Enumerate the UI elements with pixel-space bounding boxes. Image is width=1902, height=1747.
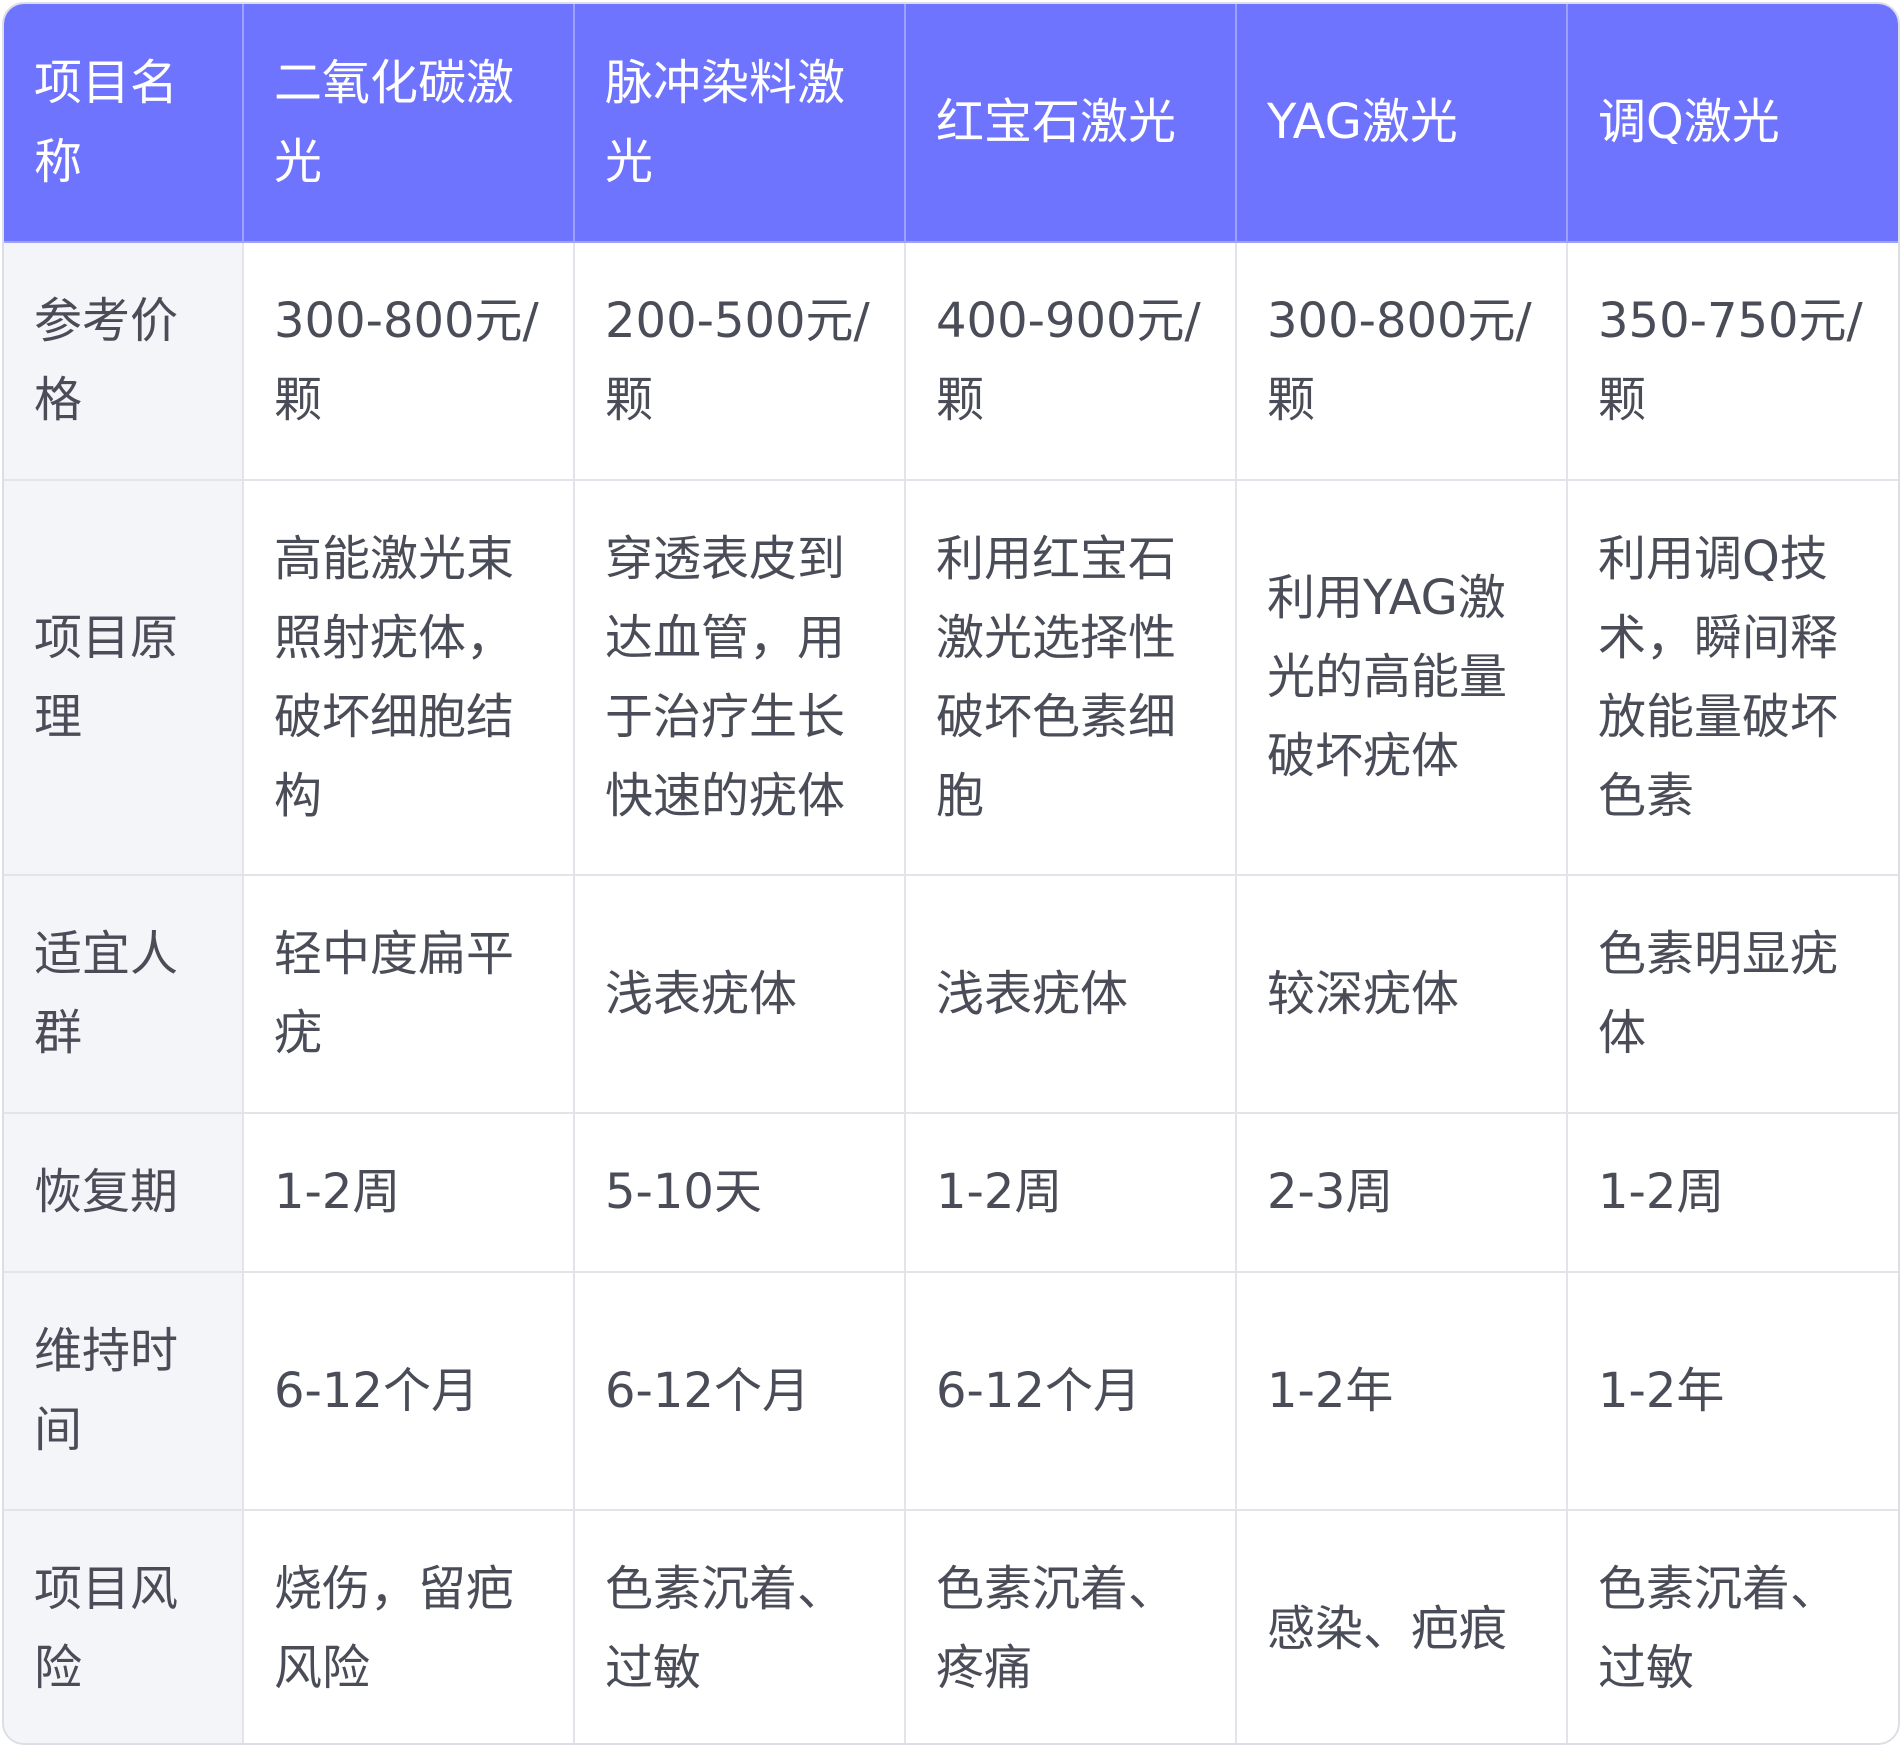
table-cell: 1-2年: [1566, 1271, 1898, 1511]
table-cell: 1-2周: [242, 1112, 575, 1273]
table-cell: 利用调Q技术，瞬间释放能量破坏色素: [1566, 479, 1898, 876]
comparison-table-container: 项目名称 二氧化碳激光 脉冲染料激光 红宝石激光 YAG激光 调Q激光 参考价格…: [2, 2, 1900, 1745]
table-row-suitable-people: 适宜人群 轻中度扁平疣 浅表疣体 浅表疣体 较深疣体 色素明显疣体: [4, 874, 1898, 1114]
table-cell: 5-10天: [573, 1112, 906, 1273]
table-cell: 300-800元/颗: [242, 242, 575, 481]
table-cell: 色素沉着、过敏: [573, 1509, 906, 1743]
table-cell: 300-800元/颗: [1235, 242, 1568, 481]
table-cell: 6-12个月: [242, 1271, 575, 1511]
table-cell: 穿透表皮到达血管，用于治疗生长快速的疣体: [573, 479, 906, 876]
table-header-row: 项目名称 二氧化碳激光 脉冲染料激光 红宝石激光 YAG激光 调Q激光: [4, 4, 1898, 243]
table-row-risk: 项目风险 烧伤，留疤风险 色素沉着、过敏 色素沉着、疼痛 感染、疤痕 色素沉着、…: [4, 1509, 1898, 1743]
header-cell-pulsed-dye-laser: 脉冲染料激光: [573, 4, 906, 243]
table-cell: 利用YAG激光的高能量破坏疣体: [1235, 479, 1568, 876]
table-cell: 1-2周: [1566, 1112, 1898, 1273]
table-row-recovery-period: 恢复期 1-2周 5-10天 1-2周 2-3周 1-2周: [4, 1112, 1898, 1273]
table-cell: 6-12个月: [904, 1271, 1237, 1511]
table-cell: 350-750元/颗: [1566, 242, 1898, 481]
table-row-principle: 项目原理 高能激光束照射疣体，破坏细胞结构 穿透表皮到达血管，用于治疗生长快速的…: [4, 479, 1898, 876]
table-row-price: 参考价格 300-800元/颗 200-500元/颗 400-900元/颗 30…: [4, 242, 1898, 481]
table-cell: 较深疣体: [1235, 874, 1568, 1114]
table-row-duration: 维持时间 6-12个月 6-12个月 6-12个月 1-2年 1-2年: [4, 1271, 1898, 1511]
header-cell-q-switched-laser: 调Q激光: [1566, 4, 1898, 243]
table-cell: 1-2周: [904, 1112, 1237, 1273]
header-cell-co2-laser: 二氧化碳激光: [242, 4, 575, 243]
table-cell: 烧伤，留疤风险: [242, 1509, 575, 1743]
table-cell: 感染、疤痕: [1235, 1509, 1568, 1743]
table-cell: 高能激光束照射疣体，破坏细胞结构: [242, 479, 575, 876]
table-cell: 200-500元/颗: [573, 242, 906, 481]
table-cell: 400-900元/颗: [904, 242, 1237, 481]
table-cell: 色素沉着、疼痛: [904, 1509, 1237, 1743]
table-cell: 利用红宝石激光选择性破坏色素细胞: [904, 479, 1237, 876]
table-cell: 浅表疣体: [904, 874, 1237, 1114]
row-label-suitable-people: 适宜人群: [4, 874, 244, 1114]
table-cell: 色素沉着、过敏: [1566, 1509, 1898, 1743]
row-label-duration: 维持时间: [4, 1271, 244, 1511]
table-cell: 6-12个月: [573, 1271, 906, 1511]
header-cell-ruby-laser: 红宝石激光: [904, 4, 1237, 243]
table-cell: 1-2年: [1235, 1271, 1568, 1511]
row-label-principle: 项目原理: [4, 479, 244, 876]
table-cell: 浅表疣体: [573, 874, 906, 1114]
table-cell: 2-3周: [1235, 1112, 1568, 1273]
header-cell-item-name: 项目名称: [4, 4, 244, 243]
row-label-risk: 项目风险: [4, 1509, 244, 1743]
laser-treatment-comparison-table: 项目名称 二氧化碳激光 脉冲染料激光 红宝石激光 YAG激光 调Q激光 参考价格…: [4, 4, 1898, 1743]
header-cell-yag-laser: YAG激光: [1235, 4, 1568, 243]
row-label-price: 参考价格: [4, 242, 244, 481]
row-label-recovery-period: 恢复期: [4, 1112, 244, 1273]
table-cell: 轻中度扁平疣: [242, 874, 575, 1114]
table-cell: 色素明显疣体: [1566, 874, 1898, 1114]
